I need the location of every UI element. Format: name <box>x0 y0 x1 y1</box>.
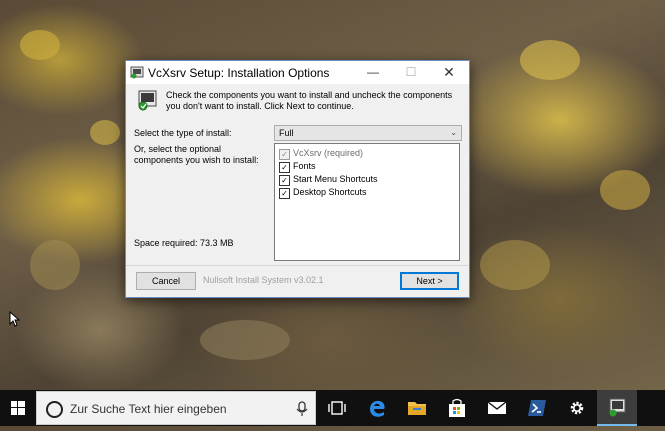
desktop-texture <box>200 320 290 360</box>
store-icon <box>449 398 465 417</box>
installer-window: VcXsrv Setup: Installation Options — ☐ ✕… <box>125 60 470 298</box>
desktop-texture <box>600 170 650 210</box>
file-explorer-icon <box>408 402 426 415</box>
component-item[interactable]: ✓ Fonts <box>279 160 316 173</box>
taskbar-settings[interactable] <box>557 390 597 426</box>
desktop-texture <box>480 240 550 290</box>
taskbar-store[interactable] <box>437 390 477 426</box>
taskbar-powershell[interactable] <box>517 390 557 426</box>
optional-components-label: Or, select the optional components you w… <box>134 144 259 165</box>
vcxsrv-setup-icon <box>609 398 626 417</box>
search-box[interactable]: Zur Suche Text hier eingeben <box>36 391 316 425</box>
vcxsrv-app-icon <box>130 66 144 79</box>
taskbar-file-explorer[interactable] <box>397 390 437 426</box>
close-button[interactable]: ✕ <box>430 61 468 84</box>
checkbox-checked[interactable]: ✓ <box>279 188 290 199</box>
checkbox-checked[interactable]: ✓ <box>279 162 290 173</box>
cortana-icon <box>46 401 63 418</box>
powershell-icon <box>528 400 546 416</box>
chevron-down-icon: ⌄ <box>450 128 457 137</box>
taskbar-vcxsrv-setup[interactable] <box>597 390 637 426</box>
search-placeholder: Zur Suche Text hier eingeben <box>70 402 227 416</box>
windows-start-icon <box>11 401 25 415</box>
next-button[interactable]: Next > <box>400 272 459 290</box>
task-view-button[interactable] <box>317 390 357 426</box>
taskbar-mail[interactable] <box>477 390 517 426</box>
minimize-button[interactable]: — <box>354 61 392 84</box>
component-item: ✓ VcXsrv (required) <box>279 147 364 160</box>
component-label: VcXsrv (required) <box>293 148 364 158</box>
header-panel: Check the components you want to install… <box>126 84 469 116</box>
component-label: Fonts <box>293 161 316 171</box>
component-item[interactable]: ✓ Desktop Shortcuts <box>279 186 367 199</box>
taskbar-edge[interactable] <box>357 390 397 426</box>
microphone-icon[interactable] <box>295 401 309 417</box>
space-required-text: Space required: 73.3 MB <box>134 238 234 248</box>
maximize-button[interactable]: ☐ <box>392 61 430 84</box>
divider <box>126 265 469 266</box>
desktop-texture <box>20 30 60 60</box>
edge-icon <box>370 400 385 417</box>
nsis-version-text: Nullsoft Install System v3.02.1 <box>203 275 324 285</box>
desktop-texture <box>30 240 80 290</box>
checkbox-checked[interactable]: ✓ <box>279 175 290 186</box>
title-bar[interactable]: VcXsrv Setup: Installation Options — ☐ ✕ <box>126 61 469 84</box>
components-list[interactable]: ✓ VcXsrv (required) ✓ Fonts ✓ Start Menu Sh… <box>274 143 460 261</box>
settings-icon <box>570 401 584 415</box>
install-type-label: Select the type of install: <box>134 128 232 138</box>
mouse-cursor-icon <box>9 311 21 327</box>
desktop-texture <box>520 40 580 80</box>
task-view-icon <box>328 401 346 415</box>
checkbox-checked-disabled: ✓ <box>279 149 290 160</box>
cancel-button[interactable]: Cancel <box>136 272 196 290</box>
install-type-select[interactable]: Full ⌄ <box>274 125 462 141</box>
start-button[interactable] <box>0 390 36 426</box>
component-item[interactable]: ✓ Start Menu Shortcuts <box>279 173 378 186</box>
taskbar: Zur Suche Text hier eingeben <box>0 390 665 426</box>
install-type-value: Full <box>279 128 294 138</box>
window-title: VcXsrv Setup: Installation Options <box>148 66 330 80</box>
desktop-texture <box>90 120 120 145</box>
component-label: Desktop Shortcuts <box>293 187 367 197</box>
header-instructions: Check the components you want to install… <box>166 90 453 111</box>
mail-icon <box>487 401 507 414</box>
installer-icon <box>138 90 157 111</box>
component-label: Start Menu Shortcuts <box>293 174 378 184</box>
